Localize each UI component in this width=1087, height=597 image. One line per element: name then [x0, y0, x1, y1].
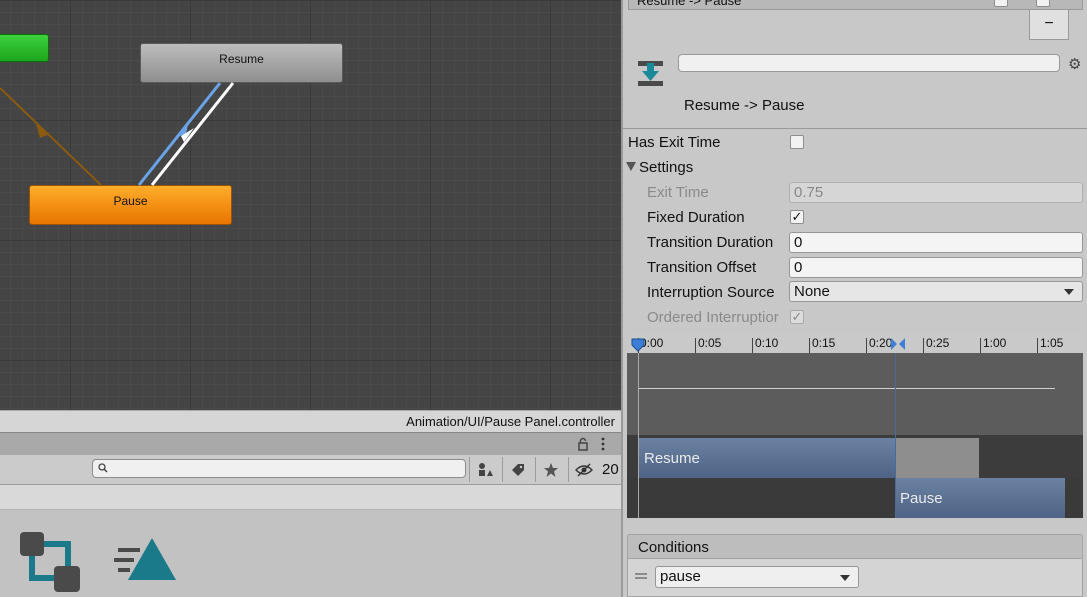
- transition-offset-field[interactable]: 0: [789, 257, 1083, 278]
- remove-transition-button[interactable]: −: [1029, 10, 1069, 40]
- menu-icon[interactable]: [600, 437, 606, 451]
- exit-time-label: Exit Time: [647, 184, 709, 201]
- arrowhead-icon: [36, 124, 50, 138]
- tick-label: 0:20: [869, 336, 893, 350]
- interruption-source-value: None: [794, 283, 830, 300]
- clip-bar-pause[interactable]: Pause: [895, 478, 1065, 518]
- transition-name-field[interactable]: [678, 54, 1060, 72]
- interruption-source-label: Interruption Source: [647, 284, 775, 301]
- hidden-packages-icon: [575, 463, 593, 476]
- mute-checkbox[interactable]: [994, 0, 1008, 7]
- tick-label: 0:10: [755, 336, 779, 350]
- transition-arrows: [0, 82, 235, 186]
- transition-entry-pause[interactable]: [0, 87, 102, 186]
- controller-path-bar: Animation/UI/Pause Panel.controller: [0, 410, 621, 433]
- transition-title: Resume -> Pause: [684, 97, 805, 114]
- divider: [623, 128, 1087, 129]
- tick-label: 0:15: [812, 336, 836, 350]
- fixed-duration-checkbox[interactable]: ✓: [790, 210, 804, 224]
- filter-type-button[interactable]: [469, 457, 499, 482]
- has-exit-time-label: Has Exit Time: [628, 134, 721, 151]
- tick-label: 0:25: [926, 336, 950, 350]
- tick-line: [866, 338, 867, 353]
- transition-list-item[interactable]: Resume -> Pause: [628, 0, 1083, 10]
- drag-handle-icon[interactable]: [635, 573, 647, 579]
- transition-line: [895, 353, 896, 518]
- controller-path: Animation/UI/Pause Panel.controller: [406, 414, 615, 429]
- tick-label: 0:05: [698, 336, 722, 350]
- animator-controller-icon[interactable]: [18, 532, 82, 596]
- timeline-curve-area: [627, 353, 1083, 435]
- ordered-interruption-checkbox: ✓: [790, 309, 804, 324]
- settings-foldout[interactable]: Settings: [626, 159, 693, 176]
- clip-bar-resume-tail[interactable]: [895, 438, 979, 478]
- tick-line: [809, 338, 810, 353]
- favorites-button[interactable]: [535, 457, 565, 482]
- timeline-ruler[interactable]: 0:00 0:05 0:10 0:15 0:20 0:25 1:00 1:05: [627, 333, 1083, 354]
- transition-offset-label: Transition Offset: [647, 259, 757, 276]
- project-breadcrumb: [0, 485, 621, 510]
- search-icon: [98, 463, 108, 473]
- filter-label-button[interactable]: [502, 457, 532, 482]
- transition-marker-icon[interactable]: [890, 337, 906, 351]
- condition-parameter-value: pause: [660, 568, 701, 585]
- timeline-empty: [1065, 478, 1083, 518]
- fixed-duration-label: Fixed Duration: [647, 209, 745, 226]
- tick-line: [923, 338, 924, 353]
- tick-line: [1037, 338, 1038, 353]
- tick-label: 1:00: [983, 336, 1007, 350]
- gear-icon[interactable]: ⚙: [1068, 55, 1081, 73]
- tick-label: 1:05: [1040, 336, 1064, 350]
- hidden-count: 20: [602, 461, 619, 478]
- chevron-down-icon: [1064, 289, 1074, 295]
- settings-label: Settings: [639, 159, 694, 176]
- timeline-empty: [627, 478, 895, 518]
- exit-time-field: 0.75: [789, 182, 1083, 203]
- transition-duration-field[interactable]: 0: [789, 232, 1083, 253]
- label-icon: [511, 463, 524, 476]
- tick-line: [752, 338, 753, 353]
- interruption-source-dropdown[interactable]: None: [789, 281, 1083, 302]
- filter-type-icon: [478, 462, 493, 476]
- playhead-start: [638, 353, 639, 518]
- favorite-icon: [543, 462, 558, 477]
- animation-clip-icon[interactable]: [112, 536, 178, 584]
- tick-line: [980, 338, 981, 353]
- transition-icon: [638, 61, 663, 86]
- transition-resume-pause[interactable]: [150, 82, 235, 186]
- solo-checkbox[interactable]: [1036, 0, 1050, 7]
- search-input[interactable]: [92, 459, 466, 478]
- transition-duration-label: Transition Duration: [647, 234, 774, 251]
- conditions-header: Conditions: [627, 534, 1083, 559]
- project-tab-bar: [0, 432, 621, 456]
- chevron-down-icon: [840, 575, 850, 581]
- clip-bar-resume[interactable]: Resume: [639, 438, 895, 478]
- start-marker-icon[interactable]: [631, 338, 645, 352]
- transition-list-label: Resume -> Pause: [637, 0, 742, 8]
- ordered-interruption-label: Ordered Interruptior: [647, 309, 779, 326]
- condition-parameter-dropdown[interactable]: pause: [655, 566, 859, 588]
- project-assets-grid: [0, 510, 621, 597]
- transition-curve: [639, 388, 1055, 389]
- has-exit-time-checkbox[interactable]: [790, 135, 804, 149]
- foldout-triangle-icon: [626, 162, 636, 171]
- tick-line: [695, 338, 696, 353]
- transition-timeline[interactable]: 0:00 0:05 0:10 0:15 0:20 0:25 1:00 1:05 …: [627, 333, 1083, 518]
- lock-icon[interactable]: [577, 437, 589, 451]
